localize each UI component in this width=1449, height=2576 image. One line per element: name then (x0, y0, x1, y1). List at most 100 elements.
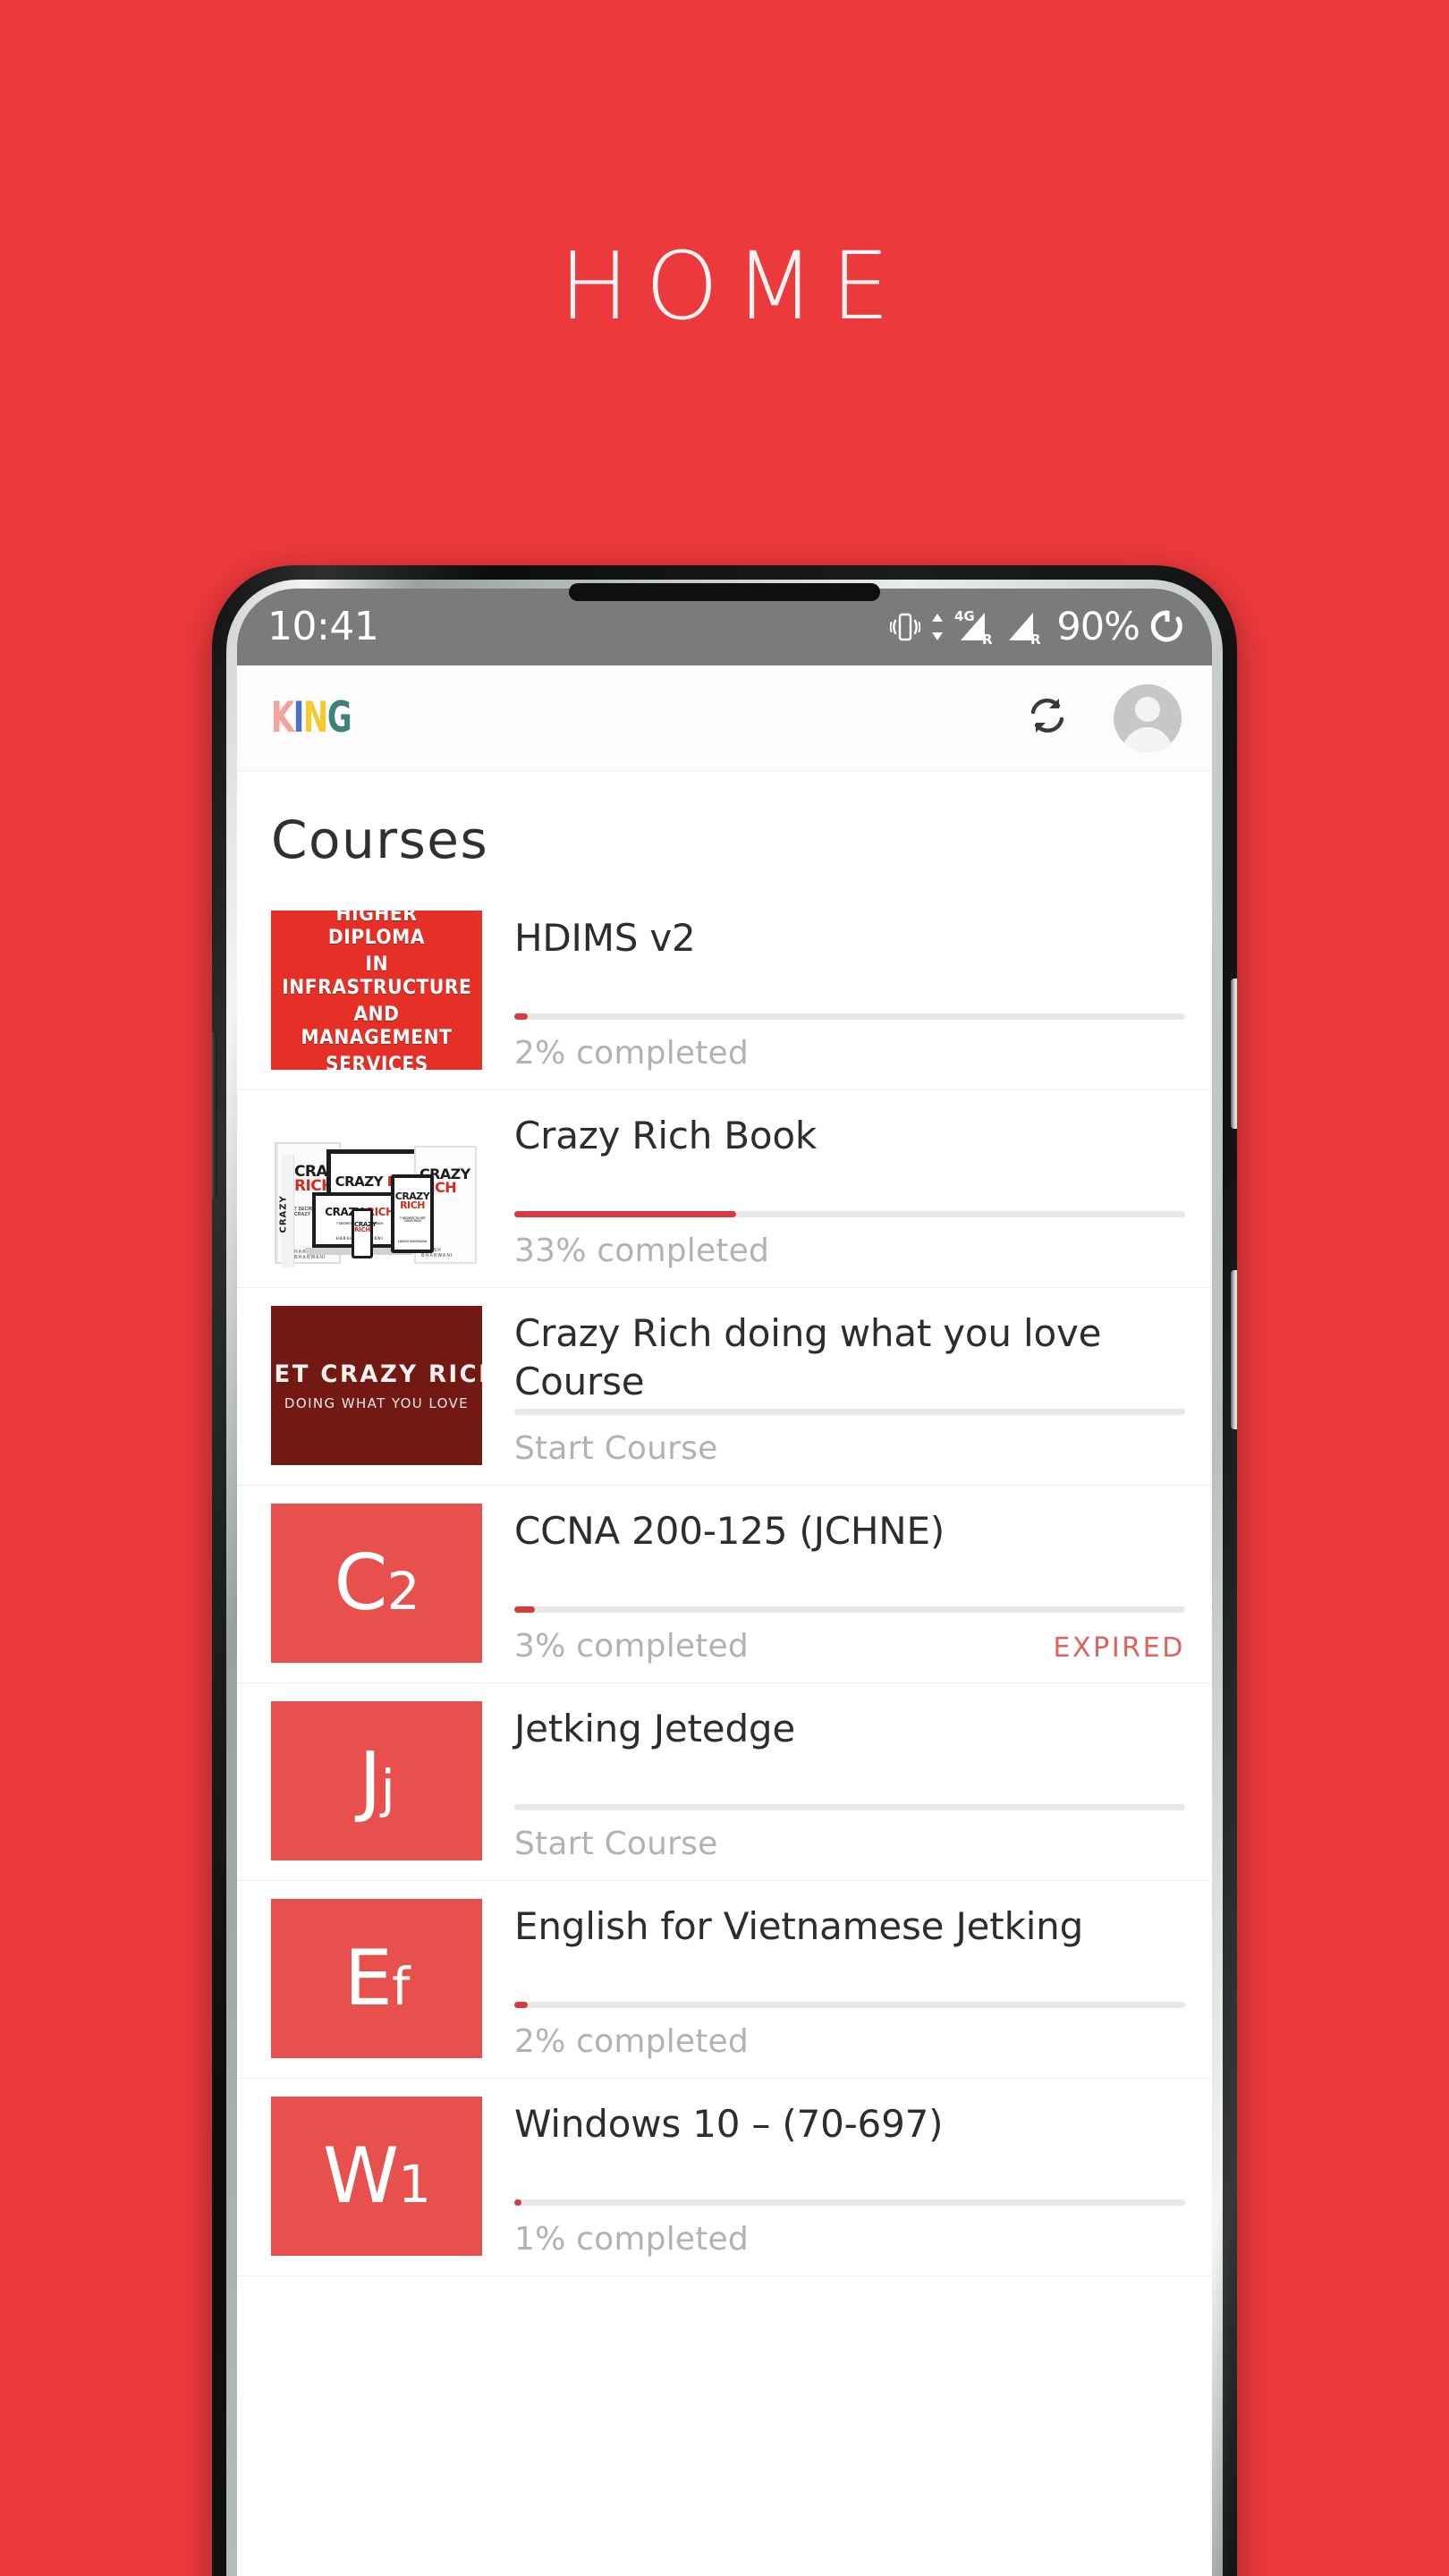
course-title: HDIMS v2 (514, 916, 696, 960)
thumb-initials: W1 (323, 2138, 431, 2215)
course-list-item[interactable]: C2 CCNA 200-125 (JCHNE) 3% completed EXP… (237, 1486, 1212, 1683)
mockup-tablet-subtitle: 7 SECRETS TO GET CRAZY RICH (399, 1216, 426, 1224)
signal-roaming-icon: R (1005, 607, 1045, 647)
mockup-tablet: CRAZY RICH 7 SECRETS TO GET CRAZY RICH HA… (391, 1174, 434, 1253)
progress-meta: Start Course (514, 1810, 1185, 1880)
thumb-line: SERVICES (325, 1053, 428, 1070)
thumb-initials: Jj (359, 1742, 395, 1819)
course-list-item[interactable]: Jj Jetking Jetedge Start Course (237, 1683, 1212, 1881)
progress-fill (514, 1606, 535, 1613)
course-list-item[interactable]: CRAZY CRAZYRICH 7 SECRETS TO GET CRAZY R… (237, 1090, 1212, 1288)
initials-sub: j (380, 1758, 395, 1819)
course-progress: 2% completed (514, 1013, 1185, 1089)
section-title-courses: Courses (271, 809, 489, 870)
progress-track (514, 1804, 1185, 1810)
progress-track (514, 1606, 1185, 1613)
page-title: HOME (559, 232, 906, 341)
data-transfer-icon (930, 611, 945, 643)
app-content: Courses HIGHER DIPLOMA IN INFRASTRUCTURE… (237, 771, 1212, 2576)
profile-avatar[interactable] (1114, 683, 1182, 752)
power-button[interactable] (1231, 979, 1237, 1129)
course-thumbnail: HIGHER DIPLOMA IN INFRASTRUCTURE AND MAN… (271, 911, 482, 1070)
course-progress: Start Course (514, 1804, 1185, 1880)
course-body: English for Vietnamese Jetking 2% comple… (482, 1881, 1185, 2078)
phone-device-frame: 10:41 4G R R 90% KING Courses HIGHER DIP… (212, 565, 1237, 2576)
mockup-phone-title: CRAZY RICH (354, 1221, 377, 1234)
course-title: Crazy Rich doing what you love Course (514, 1311, 1102, 1403)
svg-text:4G: 4G (954, 608, 975, 624)
course-list-item[interactable]: GET CRAZY RICH DOING WHAT YOU LOVE Crazy… (237, 1288, 1212, 1486)
course-body: Crazy Rich doing what you love Course St… (482, 1288, 1185, 1485)
phone-screen: 10:41 4G R R 90% KING Courses HIGHER DIP… (237, 589, 1212, 2576)
signal-4g-roaming-icon: 4G R (954, 607, 996, 647)
course-thumbnail: GET CRAZY RICH DOING WHAT YOU LOVE (271, 1306, 482, 1465)
app-logo-king[interactable]: KING (271, 697, 352, 739)
battery-charging-icon (1149, 608, 1185, 646)
course-status-text: 2% completed (514, 2023, 749, 2060)
initials-sub: 1 (398, 2154, 431, 2215)
course-thumbnail: W1 (271, 2097, 482, 2256)
vibrate-icon (890, 609, 921, 645)
earpiece-speaker (569, 583, 880, 601)
thumb-initials: C2 (335, 1545, 420, 1622)
initials-main: C (334, 1538, 388, 1628)
course-thumbnail: Ef (271, 1899, 482, 2058)
progress-meta: Start Course (514, 1415, 1185, 1485)
course-title: Windows 10 – (70-697) (514, 2102, 944, 2146)
status-bar-clock: 10:41 (267, 604, 379, 649)
product-mockup-illustration: CRAZY CRAZYRICH 7 SECRETS TO GET CRAZY R… (271, 1133, 482, 1267)
progress-fill (514, 1013, 528, 1020)
mockup-spine-text: CRAZY (278, 1195, 289, 1233)
progress-meta: 33% completed (514, 1217, 1185, 1287)
progress-track (514, 1013, 1185, 1020)
course-title: Crazy Rich Book (514, 1114, 818, 1157)
initials-main: J (359, 1736, 381, 1826)
course-status-text: Start Course (514, 1826, 718, 1862)
course-progress: Start Course (514, 1409, 1185, 1485)
mockup-tablet-title: CRAZY RICH (394, 1191, 430, 1211)
course-thumbnail: C2 (271, 1504, 482, 1663)
logo-letter-g: G (326, 693, 352, 742)
volume-button[interactable] (1231, 1270, 1237, 1429)
initials-sub: f (391, 1956, 410, 2017)
logo-letter-n: N (302, 693, 328, 742)
course-thumbnail: CRAZY CRAZYRICH 7 SECRETS TO GET CRAZY R… (271, 1108, 482, 1267)
course-progress: 33% completed (514, 1211, 1185, 1287)
course-progress: 2% completed (514, 2002, 1185, 2078)
progress-track (514, 2199, 1185, 2206)
course-status-text: 2% completed (514, 1035, 749, 1072)
course-title: Jetking Jetedge (514, 1707, 796, 1750)
mockup-tablet-author: HARSH BHARWANI (397, 1240, 428, 1243)
course-body: Crazy Rich Book 33% completed (482, 1090, 1185, 1287)
progress-track (514, 1211, 1185, 1217)
sync-icon[interactable] (1022, 691, 1072, 745)
course-status-text: 33% completed (514, 1233, 770, 1269)
course-status-text: Start Course (514, 1430, 718, 1467)
course-title: English for Vietnamese Jetking (514, 1904, 1084, 1948)
course-body: HDIMS v2 2% completed (482, 893, 1185, 1089)
left-side-button[interactable] (212, 1032, 217, 1199)
logo-letter-i: I (292, 693, 305, 742)
course-title: CCNA 200-125 (JCHNE) (514, 1509, 945, 1553)
course-body: Jetking Jetedge Start Course (482, 1683, 1185, 1880)
progress-fill (514, 2199, 521, 2206)
svg-text:R: R (982, 631, 993, 647)
battery-percent-label: 90% (1056, 604, 1140, 649)
initials-sub: 2 (386, 1561, 420, 1622)
course-body: CCNA 200-125 (JCHNE) 3% completed EXPIRE… (482, 1486, 1185, 1682)
course-list-item[interactable]: W1 Windows 10 – (70-697) 1% completed (237, 2079, 1212, 2276)
course-body: Windows 10 – (70-697) 1% completed (482, 2079, 1185, 2275)
progress-track (514, 1409, 1185, 1415)
course-thumbnail: Jj (271, 1701, 482, 1860)
initials-main: E (343, 1934, 393, 2023)
initials-main: W (323, 2131, 399, 2221)
progress-meta: 3% completed EXPIRED (514, 1613, 1185, 1682)
course-list-item[interactable]: HIGHER DIPLOMA IN INFRASTRUCTURE AND MAN… (237, 893, 1212, 1090)
course-list-item[interactable]: Ef English for Vietnamese Jetking 2% com… (237, 1881, 1212, 2079)
app-bar: KING (237, 665, 1212, 771)
course-progress: 1% completed (514, 2199, 1185, 2275)
thumb-line: IN INFRASTRUCTURE (281, 953, 472, 1000)
progress-fill (514, 2002, 528, 2008)
thumb-line: AND MANAGEMENT (301, 1003, 453, 1049)
course-list: HIGHER DIPLOMA IN INFRASTRUCTURE AND MAN… (237, 893, 1212, 2276)
